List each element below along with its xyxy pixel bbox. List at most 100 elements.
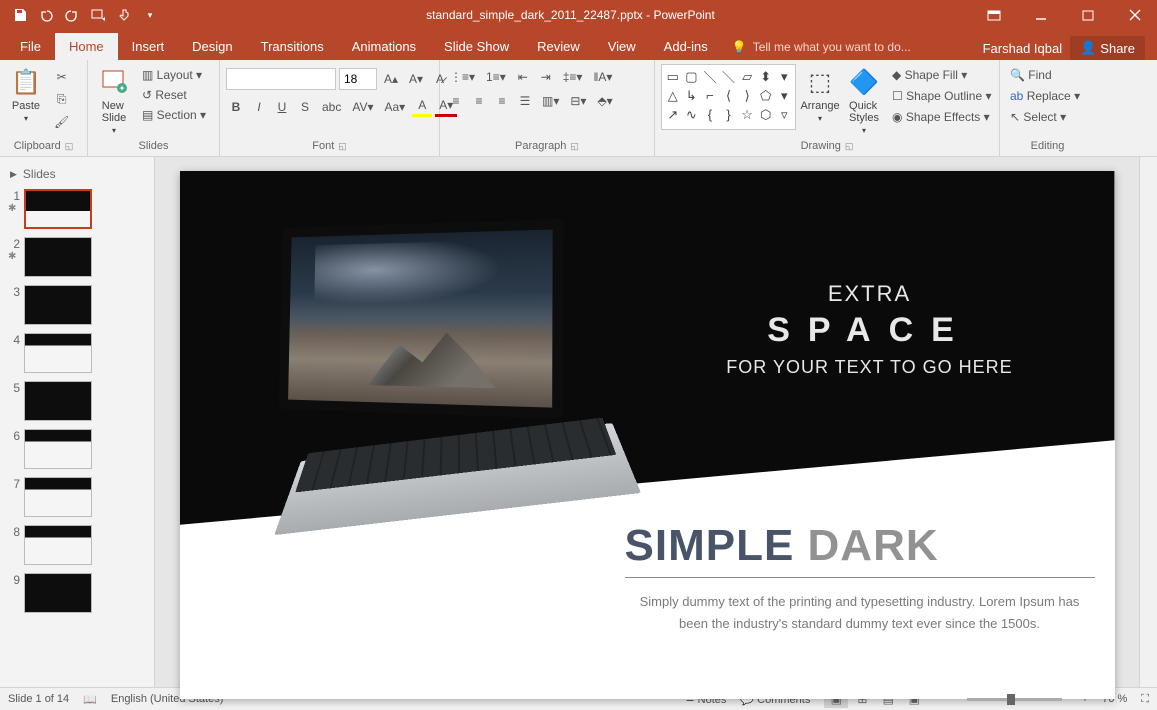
vertical-scrollbar[interactable]: [1139, 157, 1157, 687]
tab-view[interactable]: View: [594, 33, 650, 60]
shape-fill-button[interactable]: ◆ Shape Fill ▾: [888, 66, 996, 84]
tab-design[interactable]: Design: [178, 33, 246, 60]
align-left-icon[interactable]: ≡: [446, 92, 466, 110]
spacing-button[interactable]: AV▾: [348, 98, 377, 116]
highlight-icon[interactable]: A: [412, 96, 432, 117]
tab-animations[interactable]: Animations: [338, 33, 430, 60]
cut-icon[interactable]: ✂: [50, 68, 73, 86]
decrease-indent-icon[interactable]: ⇤: [513, 68, 533, 86]
align-center-icon[interactable]: ≡: [469, 92, 489, 110]
slide-thumbnail[interactable]: [24, 237, 92, 277]
font-family-select[interactable]: [226, 68, 336, 90]
numbering-icon[interactable]: 1≡▾: [482, 68, 510, 86]
font-size-select[interactable]: [339, 68, 377, 90]
align-text-icon[interactable]: ⊟▾: [566, 92, 590, 110]
strike-button[interactable]: S: [295, 98, 315, 116]
slide-divider: [625, 577, 1095, 578]
slide-thumbnail[interactable]: [24, 573, 92, 613]
smartart-icon[interactable]: ⬘▾: [593, 92, 616, 110]
tab-slideshow[interactable]: Slide Show: [430, 33, 523, 60]
redo-icon[interactable]: [62, 5, 82, 25]
fit-to-window-icon[interactable]: ⛶: [1141, 693, 1149, 706]
slide-thumbnail[interactable]: [24, 525, 92, 565]
touch-mode-icon[interactable]: [114, 5, 134, 25]
slide-thumbnail[interactable]: [24, 189, 92, 229]
format-painter-icon[interactable]: 🖌: [50, 113, 73, 131]
change-case-button[interactable]: Aa▾: [381, 98, 410, 116]
section-button[interactable]: ▤ Section ▾: [138, 106, 214, 124]
slide-canvas[interactable]: EXTRA SPACE FOR YOUR TEXT TO GO HERE SIM…: [155, 157, 1139, 687]
line-spacing-icon[interactable]: ‡≡▾: [559, 68, 587, 86]
slide-thumbnail[interactable]: [24, 333, 92, 373]
slide-counter[interactable]: Slide 1 of 14: [8, 693, 69, 705]
slide-thumbnail[interactable]: [24, 429, 92, 469]
lightbulb-icon: 💡: [732, 40, 747, 54]
reset-button[interactable]: ↺ Reset: [138, 86, 214, 104]
shapes-gallery[interactable]: ▭▢＼＼▱⬍▾ △↳⌐⟨⟩⬠▾ ↗∿{}☆⬡▿: [661, 64, 796, 130]
slide-thumbnail[interactable]: [24, 477, 92, 517]
qat-dropdown-icon[interactable]: ▾: [140, 5, 160, 25]
dialog-launcher-icon[interactable]: ◱: [570, 141, 579, 152]
tab-addins[interactable]: Add-ins: [650, 33, 722, 60]
group-clipboard: Clipboard: [14, 140, 61, 152]
justify-icon[interactable]: ☰: [515, 92, 535, 110]
group-slides: Slides: [94, 138, 213, 154]
align-right-icon[interactable]: ≡: [492, 92, 512, 110]
bullets-icon[interactable]: ⋮≡▾: [446, 68, 479, 86]
person-icon: 👤: [1080, 40, 1096, 56]
workspace: ▶Slides 1✱ 2✱ 3 4 5 6 7 8 9 EXTRA SPACE …: [0, 157, 1157, 687]
tab-insert[interactable]: Insert: [118, 33, 179, 60]
quick-styles-button[interactable]: 🔷 Quick Styles▾: [844, 64, 884, 137]
tab-home[interactable]: Home: [55, 33, 118, 60]
replace-button[interactable]: ab Replace ▾: [1006, 87, 1084, 105]
ribbon-display-icon[interactable]: [971, 1, 1016, 29]
ribbon: 📋 Paste▾ ✂ ⎘ 🖌 Clipboard ◱ ✦ New Slide▾ ▥…: [0, 60, 1157, 157]
dialog-launcher-icon[interactable]: ◱: [65, 141, 74, 152]
start-from-beginning-icon[interactable]: [88, 5, 108, 25]
tab-transitions[interactable]: Transitions: [247, 33, 338, 60]
tell-me-search[interactable]: 💡Tell me what you want to do...: [722, 34, 977, 60]
zoom-slider[interactable]: [967, 698, 1062, 701]
undo-icon[interactable]: [36, 5, 56, 25]
window-controls: [971, 1, 1157, 29]
paste-button[interactable]: 📋 Paste▾: [6, 64, 46, 125]
spell-check-icon[interactable]: 📖: [83, 693, 97, 706]
save-icon[interactable]: [10, 5, 30, 25]
decrease-font-icon[interactable]: A▾: [405, 70, 427, 88]
user-name[interactable]: Farshad Iqbal: [983, 41, 1063, 56]
close-icon[interactable]: [1112, 1, 1157, 29]
underline-button[interactable]: U: [272, 98, 292, 116]
shape-outline-button[interactable]: ☐ Shape Outline ▾: [888, 87, 996, 105]
italic-button[interactable]: I: [249, 98, 269, 116]
slide-thumbnail[interactable]: [24, 285, 92, 325]
tab-file[interactable]: File: [6, 33, 55, 60]
select-button[interactable]: ↖ Select ▾: [1006, 108, 1070, 126]
tab-review[interactable]: Review: [523, 33, 594, 60]
find-button[interactable]: 🔍 Find: [1006, 66, 1088, 84]
dialog-launcher-icon[interactable]: ◱: [338, 141, 347, 152]
arrange-button[interactable]: ⬚ Arrange▾: [800, 64, 840, 125]
copy-icon[interactable]: ⎘: [50, 90, 73, 109]
slide-body-text: Simply dummy text of the printing and ty…: [625, 591, 1095, 635]
slide-thumbnail[interactable]: [24, 381, 92, 421]
ribbon-tabs: File Home Insert Design Transitions Anim…: [0, 30, 1157, 60]
shadow-button[interactable]: abc: [318, 98, 345, 116]
minimize-icon[interactable]: [1018, 1, 1063, 29]
window-title: standard_simple_dark_2011_22487.pptx - P…: [170, 8, 971, 22]
new-slide-button[interactable]: ✦ New Slide▾: [94, 64, 134, 137]
title-bar: ▾ standard_simple_dark_2011_22487.pptx -…: [0, 0, 1157, 30]
shape-effects-button[interactable]: ◉ Shape Effects ▾: [888, 108, 996, 126]
chevron-down-icon[interactable]: ▶: [10, 169, 17, 180]
bold-button[interactable]: B: [226, 98, 246, 116]
laptop-image: [240, 223, 625, 538]
increase-font-icon[interactable]: A▴: [380, 70, 402, 88]
maximize-icon[interactable]: [1065, 1, 1110, 29]
share-button[interactable]: 👤Share: [1070, 36, 1145, 60]
columns-icon[interactable]: ▥▾: [538, 92, 563, 110]
increase-indent-icon[interactable]: ⇥: [536, 68, 556, 86]
slide-headline: EXTRA SPACE FOR YOUR TEXT TO GO HERE: [680, 281, 1060, 381]
text-direction-icon[interactable]: ‖A▾: [589, 68, 616, 86]
quick-styles-icon: 🔷: [848, 66, 880, 98]
layout-button[interactable]: ▥ Layout ▾: [138, 66, 214, 84]
dialog-launcher-icon[interactable]: ◱: [845, 141, 854, 152]
